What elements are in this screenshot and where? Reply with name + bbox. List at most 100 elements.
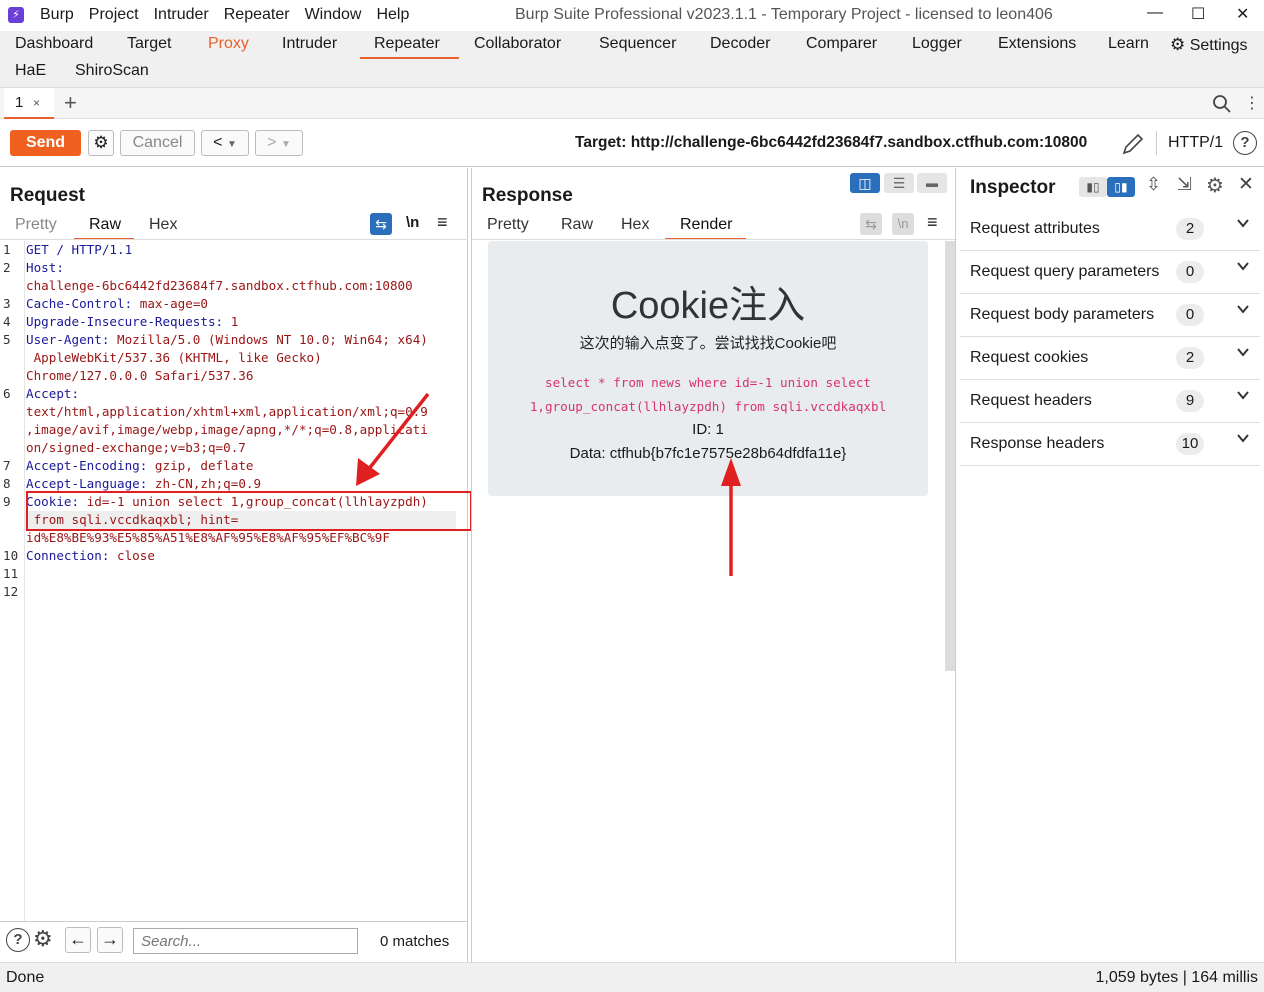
response-view-hex[interactable]: Hex (621, 216, 649, 234)
target-label[interactable]: Target: http://challenge-6bc6442fd23684f… (575, 134, 1087, 152)
request-menu-icon[interactable]: ≡ (437, 212, 448, 233)
request-view-pretty[interactable]: Pretty (15, 216, 57, 234)
chevron-down-icon[interactable] (1236, 388, 1250, 407)
chevron-right-icon: > (267, 134, 277, 151)
request-line-numbers: 12 345 6 789 10 11 12 (3, 241, 18, 601)
inspector-row[interactable]: Request cookies 2 (960, 337, 1260, 380)
inspector-layout-right-icon[interactable]: ▯▮ (1107, 177, 1135, 197)
request-view-hex[interactable]: Hex (149, 216, 177, 234)
tab-intruder[interactable]: Intruder (282, 35, 337, 59)
tab-dashboard[interactable]: Dashboard (15, 35, 93, 59)
chevron-down-icon[interactable] (1236, 345, 1250, 364)
chevron-left-icon: < (213, 134, 223, 151)
layout-side-by-side-icon[interactable]: ◫ (850, 173, 880, 193)
layout-top-bottom-icon[interactable]: ☰ (884, 173, 914, 193)
chevron-down-icon[interactable] (1236, 259, 1250, 278)
http-version-toggle[interactable]: HTTP/1 (1168, 134, 1223, 152)
search-previous-arrow-icon[interactable]: ← (65, 927, 91, 953)
add-tab-icon[interactable]: + (64, 90, 77, 116)
request-view-raw[interactable]: Raw (74, 216, 134, 240)
menu-intruder[interactable]: Intruder (154, 6, 209, 24)
header-value: id%E8%BE%93%E5%85%A51%E8%AF%95%E8%AF%95%… (26, 530, 390, 545)
search-input[interactable] (133, 928, 358, 954)
tab-collaborator[interactable]: Collaborator (474, 35, 561, 59)
send-button[interactable]: Send (10, 130, 81, 156)
menu-repeater[interactable]: Repeater (224, 6, 290, 24)
header-name: Upgrade-Insecure-Requests: (26, 314, 224, 329)
more-options-icon[interactable]: ⋮ (1244, 93, 1260, 113)
tab-logger[interactable]: Logger (912, 35, 962, 59)
inspector-row-label: Request headers (970, 392, 1092, 409)
header-value: gzip, deflate (147, 458, 254, 473)
chevron-down-icon[interactable] (1236, 216, 1250, 235)
annotation-arrow-icon (356, 392, 430, 486)
tab-target[interactable]: Target (127, 35, 171, 59)
history-forward-button[interactable]: > ▼ (255, 130, 303, 156)
inspector-row[interactable]: Request query parameters 0 (960, 251, 1260, 294)
repeater-toolbar: Send ⚙ Cancel < ▼ > ▼ Target: http://cha… (0, 119, 1264, 167)
tab-learn[interactable]: Learn (1108, 35, 1149, 59)
search-settings-gear-icon[interactable]: ⚙ (33, 926, 53, 952)
header-value: AppleWebKit/537.36 (KHTML, like Gecko) (26, 350, 322, 365)
inspector-row[interactable]: Request body parameters 0 (960, 294, 1260, 337)
menu-window[interactable]: Window (305, 6, 362, 24)
response-view-render[interactable]: Render (665, 216, 746, 240)
tab-sequencer[interactable]: Sequencer (599, 35, 676, 59)
cancel-button[interactable]: Cancel (120, 130, 195, 156)
response-view-pretty[interactable]: Pretty (487, 216, 529, 234)
inspector-settings-gear-icon[interactable]: ⚙ (1206, 173, 1224, 198)
header-value: close (109, 548, 155, 563)
send-options-gear-icon[interactable]: ⚙ (88, 130, 114, 156)
newline-toggle-icon[interactable]: \n (406, 214, 419, 231)
close-tab-icon[interactable]: × (33, 96, 40, 110)
inspector-layout-left-icon[interactable]: ▮▯ (1079, 177, 1107, 197)
status-text: Done (6, 969, 45, 986)
line-number: 6 (3, 386, 11, 401)
menu-burp[interactable]: Burp (40, 6, 74, 24)
help-icon[interactable]: ? (1233, 131, 1257, 155)
rendered-sql-line-1: select * from news where id=-1 union sel… (544, 375, 872, 390)
help-icon[interactable]: ? (6, 928, 30, 952)
response-view-raw[interactable]: Raw (561, 216, 593, 234)
chevron-down-icon[interactable] (1236, 302, 1250, 321)
tab-shiroscan[interactable]: ShiroScan (75, 62, 149, 86)
search-icon[interactable] (1212, 94, 1232, 114)
minimize-icon[interactable]: — (1147, 4, 1163, 22)
tab-comparer[interactable]: Comparer (806, 35, 877, 59)
menu-help[interactable]: Help (376, 6, 409, 24)
menu-project[interactable]: Project (89, 6, 139, 24)
tab-settings[interactable]: ⚙ Settings (1170, 35, 1248, 59)
title-bar: ⚡ Burp Project Intruder Repeater Window … (0, 0, 1264, 31)
collapse-all-icon[interactable]: ⇲ (1177, 174, 1192, 195)
tab-extensions[interactable]: Extensions (998, 35, 1076, 59)
tab-decoder[interactable]: Decoder (710, 35, 770, 59)
close-window-icon[interactable]: ✕ (1236, 4, 1249, 24)
inspector-row-label: Request query parameters (970, 263, 1160, 280)
line-number (3, 421, 18, 439)
tab-proxy[interactable]: Proxy (208, 35, 249, 59)
layout-tabs-icon[interactable]: ▬ (917, 173, 947, 193)
chevron-down-icon[interactable] (1236, 431, 1250, 450)
response-scrollbar[interactable] (945, 241, 955, 671)
edit-target-pencil-icon[interactable] (1120, 131, 1146, 157)
inspector-row[interactable]: Response headers 10 (960, 423, 1260, 466)
settings-label: Settings (1189, 37, 1248, 54)
rendered-id: ID: 1 (692, 421, 724, 438)
repeater-tab-1[interactable]: 1 × (4, 88, 54, 119)
inspector-row[interactable]: Request headers 9 (960, 380, 1260, 423)
tab-hae[interactable]: HaE (15, 62, 46, 86)
inspector-row-count: 2 (1176, 218, 1204, 240)
main-tab-bar: Dashboard Target Proxy Intruder Repeater… (0, 31, 1264, 88)
word-wrap-icon[interactable]: ⇆ (370, 213, 392, 235)
maximize-icon[interactable]: ☐ (1191, 4, 1205, 24)
response-menu-icon[interactable]: ≡ (927, 212, 938, 233)
tab-repeater[interactable]: Repeater (360, 35, 459, 59)
header-name: Cache-Control: (26, 296, 133, 311)
search-next-arrow-icon[interactable]: → (97, 927, 123, 953)
search-bar-divider (0, 921, 468, 922)
expand-all-icon[interactable]: ⇳ (1146, 174, 1161, 195)
inspector-row[interactable]: Request attributes 2 (960, 208, 1260, 251)
history-back-button[interactable]: < ▼ (201, 130, 249, 156)
close-inspector-icon[interactable]: ✕ (1238, 173, 1254, 196)
response-title: Response (482, 185, 573, 206)
